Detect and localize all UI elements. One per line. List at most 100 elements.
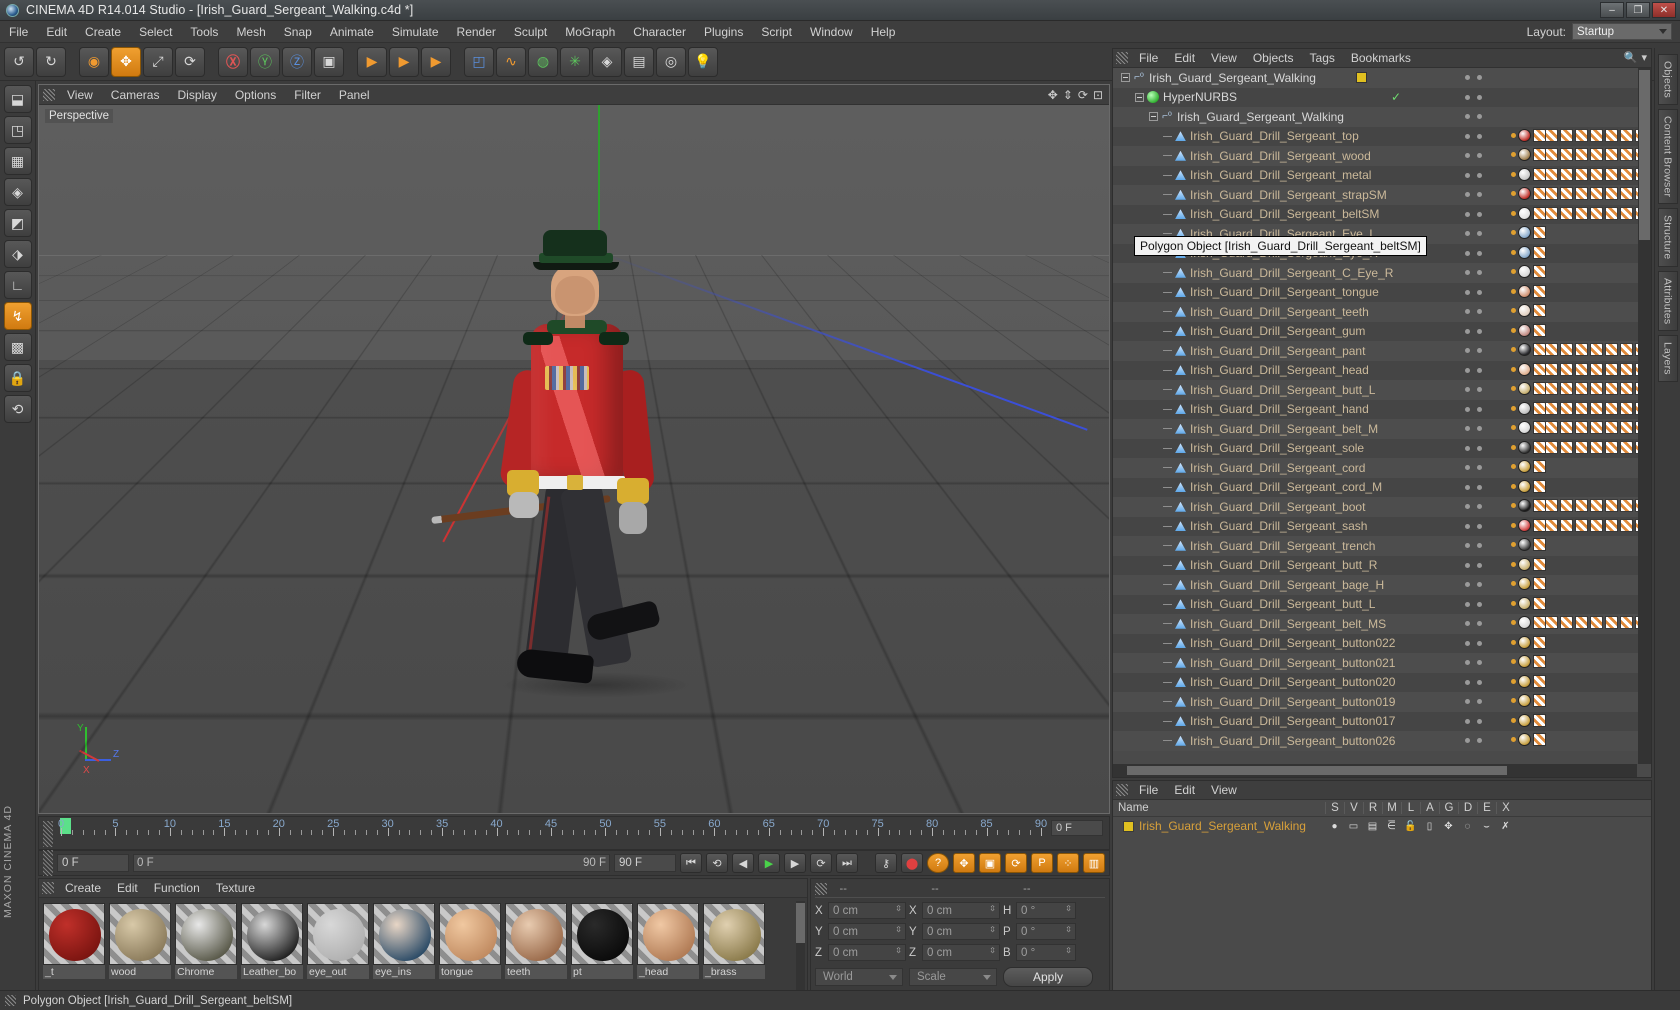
object-tree-row[interactable]: Irish_Guard_Drill_Sergeant_trench (1113, 536, 1651, 556)
minimize-button[interactable]: – (1600, 2, 1624, 18)
texture-tag-icon[interactable] (1620, 148, 1633, 161)
material-tag-icon[interactable] (1518, 382, 1531, 395)
spinner-icon[interactable]: ⇳ (1065, 905, 1072, 913)
object-tree-row[interactable]: Irish_Guard_Drill_Sergeant_wood (1113, 146, 1651, 166)
record-pla-button[interactable]: ⁘ (1057, 853, 1079, 873)
tag-strip[interactable] (1511, 733, 1546, 746)
object-tree-row[interactable]: Irish_Guard_Drill_Sergeant_gum (1113, 321, 1651, 341)
texture-tag-row[interactable] (1545, 187, 1651, 200)
tag-dot-icon[interactable] (1511, 561, 1516, 567)
redo-button[interactable]: ↻ (36, 46, 66, 77)
material-tag-icon[interactable] (1518, 596, 1531, 610)
render-visibility-dot[interactable] (1477, 75, 1482, 80)
render-visibility-dot[interactable] (1477, 582, 1482, 587)
texture-tag-icon[interactable] (1620, 518, 1633, 532)
texture-tag-row[interactable] (1545, 421, 1651, 434)
editor-visibility-dot[interactable] (1465, 718, 1470, 724)
object-tree-hscrollbar[interactable] (1113, 764, 1637, 777)
tag-dot-icon[interactable] (1511, 191, 1516, 196)
texture-tag-icon[interactable] (1575, 148, 1588, 161)
menu-create[interactable]: Create (76, 22, 130, 42)
tag-strip[interactable] (1511, 499, 1546, 512)
material-tag-icon[interactable] (1518, 128, 1531, 142)
spinner-icon[interactable]: ⇳ (989, 947, 996, 955)
coordinate-mode-dropdown[interactable]: Scale (909, 968, 997, 986)
texture-tag-icon[interactable] (1605, 206, 1618, 220)
object-tree-row[interactable]: Irish_Guard_Drill_Sergeant_C_Eye_R (1113, 263, 1651, 283)
editor-visibility-dot[interactable] (1465, 679, 1470, 685)
tag-strip[interactable] (1511, 655, 1546, 668)
texture-tag-icon[interactable] (1560, 148, 1573, 161)
lock-y-axis-button[interactable]: Ⓨ (250, 46, 280, 77)
visibility-dots[interactable] (1465, 75, 1482, 80)
render-settings-button[interactable]: ▶ (421, 46, 451, 77)
position-field[interactable]: 0 cm ⇳ (828, 944, 906, 961)
texture-tag-icon[interactable] (1605, 518, 1618, 532)
right-tab-objects[interactable]: Objects (1657, 54, 1678, 105)
menu-script[interactable]: Script (752, 22, 801, 42)
visibility-dots[interactable] (1465, 562, 1482, 568)
autokeying-button[interactable]: ⚷ (875, 853, 897, 873)
size-field[interactable]: 0 cm ⇳ (922, 944, 1000, 961)
visibility-dots[interactable] (1465, 328, 1482, 334)
rotation-field[interactable]: 0 ° ⇳ (1016, 944, 1076, 961)
render-visibility-dot[interactable] (1477, 133, 1482, 139)
coordinate-system-dropdown[interactable]: World (815, 968, 903, 986)
editor-visibility-dot[interactable] (1465, 640, 1470, 646)
soldier-model[interactable] (431, 220, 711, 780)
add-scene-object-button[interactable]: ◈ (592, 46, 622, 77)
visibility-dots[interactable] (1465, 94, 1482, 100)
tag-dot-icon[interactable] (1511, 230, 1516, 235)
visibility-dots[interactable] (1465, 601, 1482, 607)
go-to-end-button[interactable]: ⏭ (836, 853, 858, 873)
menu-animate[interactable]: Animate (321, 22, 383, 42)
object-tree-row[interactable]: Irish_Guard_Drill_Sergeant_button020 (1113, 672, 1651, 692)
visibility-dots[interactable] (1465, 387, 1482, 392)
visibility-dots[interactable] (1465, 640, 1482, 646)
uvw-tag-icon[interactable] (1533, 577, 1546, 590)
step-back-button[interactable]: ◀ (732, 853, 754, 873)
render-visibility-dot[interactable] (1477, 406, 1482, 412)
texture-tag-icon[interactable] (1575, 499, 1588, 512)
tag-dot-icon[interactable] (1511, 464, 1516, 469)
tree-expander-icon[interactable] (1149, 112, 1158, 122)
texture-tag-icon[interactable] (1590, 343, 1603, 356)
texture-tag-icon[interactable] (1545, 167, 1558, 181)
texture-tag-icon[interactable] (1560, 518, 1573, 532)
material-item[interactable]: teeth (505, 903, 567, 979)
editor-visibility-dot[interactable] (1465, 387, 1470, 392)
render-visibility-dot[interactable] (1477, 309, 1482, 314)
texture-tag-icon[interactable] (1545, 401, 1558, 415)
editor-visibility-dot[interactable] (1465, 270, 1470, 275)
tag-strip[interactable] (1511, 421, 1546, 434)
texture-tag-icon[interactable] (1545, 421, 1558, 434)
filter-icon[interactable]: ▾ (1641, 51, 1647, 64)
editor-visibility-dot[interactable] (1465, 523, 1470, 529)
render-visibility-dot[interactable] (1477, 640, 1482, 646)
world-object-coordinate-button[interactable]: ▣ (314, 46, 344, 77)
material-tag-icon[interactable] (1518, 518, 1531, 532)
texture-mode-button[interactable]: ▦ (3, 147, 32, 175)
material-tag-icon[interactable] (1518, 284, 1531, 298)
object-tree-row[interactable]: Irish_Guard_Drill_Sergeant_top (1113, 126, 1651, 146)
material-item[interactable]: Leather_bo (241, 903, 303, 979)
texture-tag-icon[interactable] (1545, 206, 1558, 220)
editor-visibility-dot[interactable] (1465, 660, 1470, 665)
material-preview[interactable] (175, 903, 237, 965)
editor-visibility-dot[interactable] (1465, 504, 1470, 509)
texture-tag-icon[interactable] (1590, 128, 1603, 142)
tag-dot-icon[interactable] (1511, 327, 1516, 333)
tag-dot-icon[interactable] (1511, 249, 1516, 255)
texture-tag-icon[interactable] (1620, 499, 1633, 512)
axis-mode-button[interactable]: ∟ (3, 271, 32, 299)
transport-grip-icon[interactable] (43, 850, 53, 876)
visibility-dots[interactable] (1465, 270, 1482, 275)
texture-tag-icon[interactable] (1575, 616, 1588, 629)
material-preview[interactable] (703, 903, 765, 965)
visibility-dots[interactable] (1465, 367, 1482, 373)
timeline-ruler[interactable]: 0 5 10 15 20 25 30 35 40 45 50 55 60 65 70 75 80 85 90 (58, 818, 1049, 839)
object-tree-row[interactable]: Irish_Guard_Drill_Sergeant_button021 (1113, 653, 1651, 673)
uvw-tag-icon[interactable] (1533, 713, 1546, 727)
material-preview[interactable] (637, 903, 699, 965)
uvw-tag-icon[interactable] (1533, 733, 1546, 746)
